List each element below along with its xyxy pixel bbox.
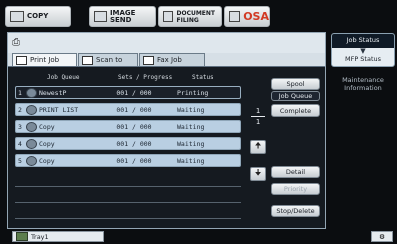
spool-button[interactable]: Spool bbox=[271, 78, 320, 90]
image-send-icon bbox=[94, 11, 107, 22]
job-type-icon bbox=[26, 87, 37, 98]
osa-icon bbox=[229, 11, 241, 22]
column-header-status: Status bbox=[192, 74, 214, 81]
maintenance-information[interactable]: Maintenance Information bbox=[331, 76, 395, 92]
page-current: 1 bbox=[255, 107, 261, 115]
job-queue-button[interactable]: Job Queue bbox=[271, 91, 320, 101]
copy-mode-button[interactable]: COPY bbox=[5, 6, 71, 27]
job-type-icon bbox=[26, 104, 37, 115]
scroll-down-button[interactable]: 🠋 bbox=[250, 167, 266, 181]
tab-fax-job[interactable]: Fax Job bbox=[139, 53, 205, 66]
arrow-up-icon: 🠉 bbox=[254, 141, 262, 150]
printer-icon: ⎙ bbox=[12, 37, 20, 48]
table-row[interactable]: 3 Copy 001 / 000 Waiting bbox=[15, 120, 241, 133]
tab-print-job[interactable]: Print Job bbox=[12, 53, 77, 66]
table-row[interactable]: 4 Copy 001 / 000 Waiting bbox=[15, 137, 241, 150]
mfp-status-label: MFP Status bbox=[344, 55, 382, 63]
scan-icon bbox=[82, 55, 93, 65]
settings-button[interactable]: ⚙ bbox=[371, 231, 393, 242]
priority-button[interactable]: Priority bbox=[271, 183, 320, 195]
table-row[interactable]: 5 Copy 001 / 000 Waiting bbox=[15, 154, 241, 167]
empty-row-divider bbox=[15, 218, 241, 219]
column-header-queue: Job Queue bbox=[47, 74, 80, 81]
screen-header: ⎙ bbox=[8, 33, 325, 53]
complete-button[interactable]: Complete bbox=[271, 104, 320, 117]
stop-delete-button[interactable]: Stop/Delete bbox=[271, 205, 320, 217]
arrow-down-icon: 🠋 bbox=[254, 168, 262, 177]
copy-icon bbox=[10, 11, 24, 22]
tab-scan-to[interactable]: Scan to bbox=[78, 53, 138, 66]
document-filing-icon bbox=[163, 11, 174, 22]
print-job-icon bbox=[16, 55, 27, 65]
job-type-icon bbox=[26, 155, 37, 166]
table-row[interactable]: 2 PRINT LIST 001 / 000 Waiting bbox=[15, 103, 241, 116]
image-send-mode-button[interactable]: IMAGE SEND bbox=[89, 6, 156, 27]
gear-icon: ⚙ bbox=[379, 232, 385, 241]
tray-icon bbox=[16, 232, 28, 241]
job-status-label: Job Status bbox=[332, 34, 394, 48]
empty-row-divider bbox=[15, 186, 241, 187]
column-header-sets: Sets / Progress bbox=[118, 74, 173, 81]
empty-row-divider bbox=[15, 202, 241, 203]
tray-indicator[interactable]: Tray1 bbox=[12, 231, 104, 242]
job-type-icon bbox=[26, 121, 37, 132]
fax-icon bbox=[143, 55, 154, 65]
osa-mode-button[interactable]: OSA bbox=[224, 6, 270, 27]
document-filing-mode-button[interactable]: DOCUMENT FILING bbox=[158, 6, 222, 27]
scroll-up-button[interactable]: 🠉 bbox=[250, 140, 266, 154]
status-switch-button[interactable]: Job Status ▼ MFP Status bbox=[331, 33, 395, 67]
table-row[interactable]: 1 NewestP 001 / 000 Printing bbox=[15, 86, 241, 99]
page-divider bbox=[251, 116, 265, 117]
job-type-icon bbox=[26, 138, 37, 149]
detail-button[interactable]: Detail bbox=[271, 166, 320, 178]
page-total: 1 bbox=[255, 118, 261, 126]
